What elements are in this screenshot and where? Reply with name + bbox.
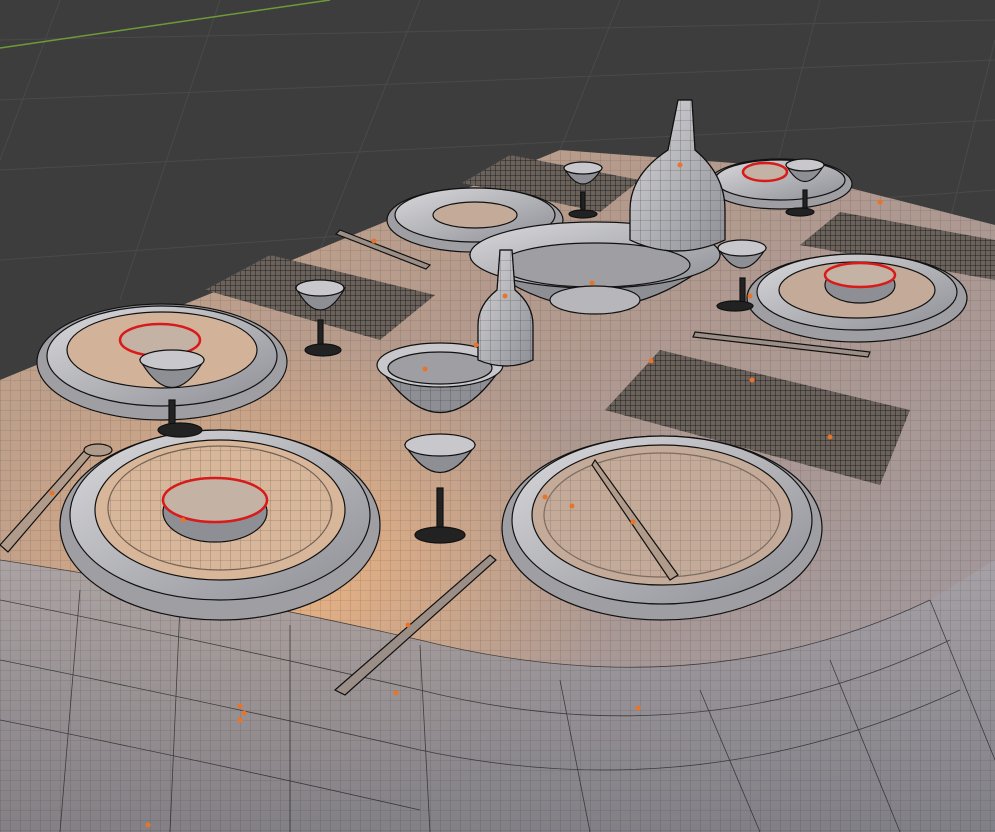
3d-viewport[interactable] [0,0,995,832]
plate-back-right[interactable] [707,158,853,210]
viewport-canvas[interactable] [0,0,995,832]
plate-set-front-left[interactable] [59,429,381,621]
plate-right[interactable] [746,253,968,343]
vase-large[interactable] [629,99,726,252]
plate-front-right[interactable] [501,435,823,621]
x-axis-line [0,0,331,49]
